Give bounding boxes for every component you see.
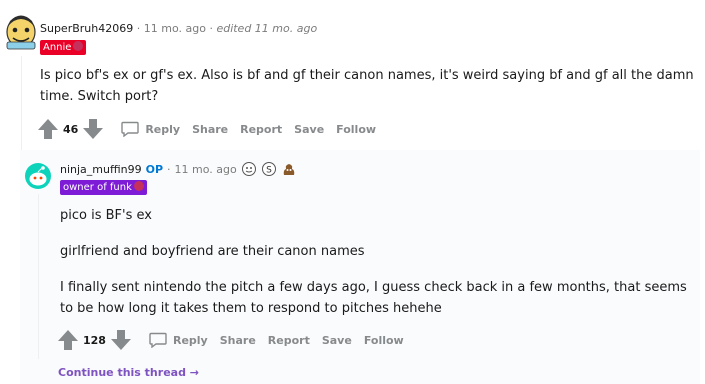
comment-timestamp[interactable]: 11 mo. ago [175, 163, 237, 176]
reply-label: Reply [145, 122, 181, 136]
comment-action-bar: 128 Reply Share Report Save Follow [56, 328, 404, 352]
comment-body-paragraph: pico is BF's ex [60, 208, 152, 223]
comment-body-paragraph: girlfriend and boyfriend are their canon… [60, 244, 365, 259]
comment-author[interactable]: ninja_muffin99 [60, 163, 142, 176]
follow-button[interactable]: Follow [364, 334, 404, 347]
comment-author[interactable]: SuperBruh42069 [40, 22, 133, 35]
thread-line[interactable] [38, 194, 39, 359]
flair-emoji-icon [73, 41, 84, 51]
report-button[interactable]: Report [268, 334, 310, 347]
comment-bubble-icon [149, 332, 167, 348]
svg-text:S: S [266, 166, 272, 176]
comment-body-line: time. Switch port? [40, 89, 159, 104]
avatar[interactable] [24, 162, 52, 190]
comment-body-line: to be how long it takes them to respond … [60, 301, 442, 316]
award-icon[interactable]: S [261, 161, 277, 177]
comment-action-bar: 46 Reply Share Report Save Follow [36, 117, 376, 141]
comment-body-line: Is pico bf's ex or gf's ex. Also is bf a… [40, 68, 694, 83]
meta-separator: · [209, 22, 213, 35]
downvote-arrow-icon[interactable] [81, 117, 105, 141]
upvote-arrow-icon[interactable] [56, 328, 80, 352]
comment-body-paragraph: I finally sent nintendo the pitch a few … [60, 277, 700, 319]
edited-label: edited 11 mo. ago [216, 22, 318, 35]
arrow-right-icon: → [189, 366, 200, 379]
follow-button[interactable]: Follow [336, 123, 376, 136]
report-button[interactable]: Report [240, 123, 282, 136]
reply-label: Reply [172, 333, 208, 347]
continue-thread-link[interactable]: Continue this thread → [58, 366, 199, 379]
user-flair: owner of funk [60, 180, 147, 195]
share-button[interactable]: Share [220, 334, 256, 347]
vote-count: 46 [63, 122, 79, 136]
reply-button[interactable]: Reply [121, 121, 180, 137]
op-badge: OP [145, 162, 164, 176]
award-icon[interactable] [281, 161, 297, 177]
flair-label: Annie [43, 42, 72, 53]
comment-body: Is pico bf's ex or gf's ex. Also is bf a… [40, 65, 700, 107]
avatar[interactable] [4, 12, 38, 50]
meta-separator: · [167, 162, 171, 176]
user-flair: Annie [40, 40, 87, 55]
vote-count: 128 [83, 333, 106, 347]
share-button[interactable]: Share [192, 123, 228, 136]
comment-body-line: I finally sent nintendo the pitch a few … [60, 280, 687, 295]
save-button[interactable]: Save [294, 123, 324, 136]
thread-line[interactable] [21, 56, 22, 156]
comment-bubble-icon [121, 121, 140, 137]
continue-thread-label: Continue this thread [58, 366, 186, 379]
meta-separator: · [136, 22, 141, 35]
save-button[interactable]: Save [322, 334, 352, 347]
comment-timestamp[interactable]: 11 mo. ago [144, 22, 206, 35]
upvote-arrow-icon[interactable] [36, 117, 60, 141]
downvote-arrow-icon[interactable] [109, 328, 133, 352]
award-icon[interactable] [241, 161, 257, 177]
reply-button[interactable]: Reply [149, 332, 208, 348]
flair-emoji-icon [133, 181, 144, 191]
flair-label: owner of funk [63, 182, 132, 193]
